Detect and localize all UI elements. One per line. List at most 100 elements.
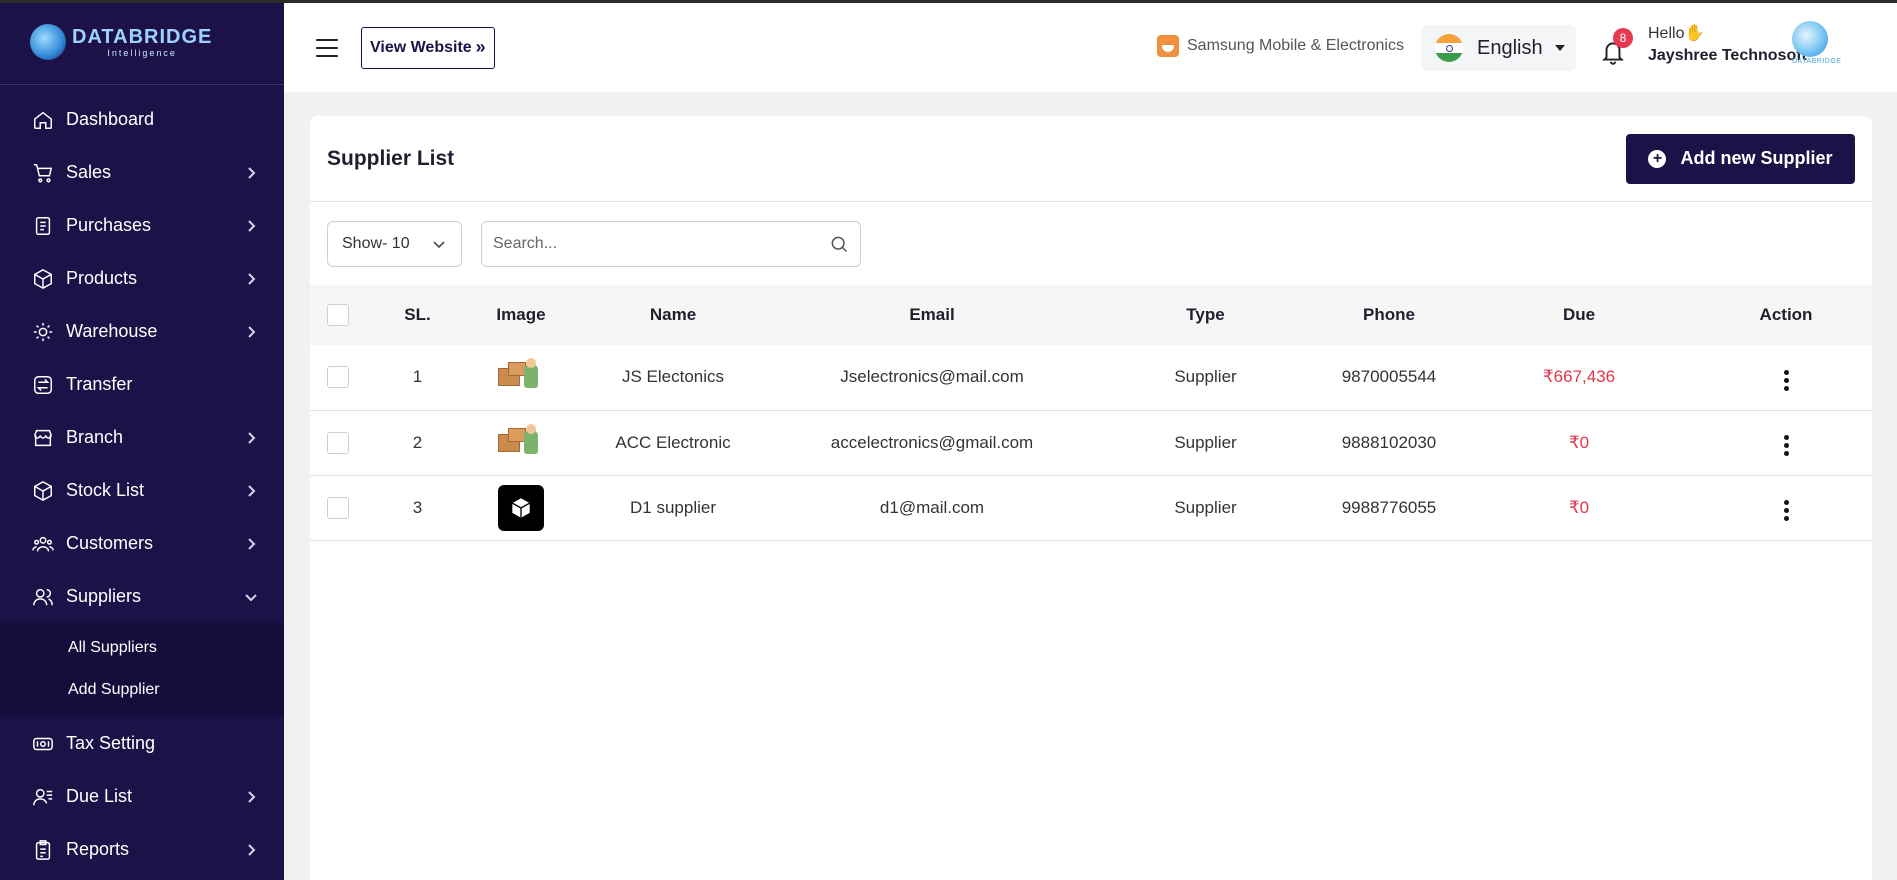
sidebar-item-label: Due List (66, 786, 133, 806)
sidebar-item-suppliers[interactable]: Suppliers (0, 570, 284, 623)
sidebar-item-label: Suppliers (66, 586, 142, 606)
row-checkbox[interactable] (327, 496, 349, 519)
row-name: JS Electonics (621, 367, 725, 387)
india-flag-icon (1435, 34, 1463, 62)
tax-icon (32, 733, 54, 755)
sidebar-subitem-add-supplier[interactable]: Add Supplier (0, 669, 284, 711)
sidebar-item-label: Branch (66, 427, 124, 447)
reports-icon (32, 839, 54, 861)
sidebar-item-purchases[interactable]: Purchases (0, 199, 284, 252)
table-row: 2 ACC Electronic accelectronics@gmail.co… (310, 410, 1872, 475)
brand-logo[interactable]: DATABRIDGE Intelligence (0, 0, 284, 85)
supplier-table: SL. Image Name Email Type Phone Due Acti… (310, 285, 1872, 541)
sidebar-item-label: Products (66, 268, 138, 288)
row-actions-kebab-icon[interactable] (1776, 366, 1797, 395)
top-border (0, 0, 1897, 3)
column-header-sl: SL. (404, 305, 431, 324)
customers-icon (32, 533, 54, 555)
user-greeting: Hello✋ Jayshree Technosoft (1648, 23, 1807, 66)
store-icon (1157, 35, 1179, 57)
chevron-down-icon (244, 590, 258, 604)
page-size-select[interactable]: Show- 10 (327, 220, 462, 267)
sidebar-item-due-list[interactable]: Due List (0, 770, 284, 823)
brand-title: DATABRIDGE (72, 25, 213, 48)
chevron-right-icon (244, 843, 258, 857)
column-header-name: Name (649, 305, 697, 324)
stock-icon (32, 480, 54, 502)
row-actions-kebab-icon[interactable] (1776, 431, 1797, 460)
sidebar-subitem-all-suppliers[interactable]: All Suppliers (0, 627, 284, 669)
row-checkbox[interactable] (327, 431, 349, 454)
sidebar-item-reports[interactable]: Reports (0, 823, 284, 876)
page-title: Supplier List (327, 146, 455, 170)
home-icon (32, 109, 54, 131)
table-toolbar: Show- 10 (310, 202, 1872, 285)
search-input[interactable] (493, 234, 829, 253)
top-header: View Website » Samsung Mobile & Electron… (284, 3, 1897, 92)
suppliers-submenu: All Suppliers Add Supplier (0, 623, 284, 717)
row-name: D1 supplier (630, 497, 716, 517)
sidebar-item-dashboard[interactable]: Dashboard (0, 93, 284, 146)
row-checkbox[interactable] (327, 366, 349, 389)
sidebar-item-label: Dashboard (66, 109, 155, 129)
row-phone: 9888102030 (1341, 432, 1437, 452)
sidebar-item-warehouse[interactable]: Warehouse (0, 305, 284, 358)
chevron-down-icon (433, 240, 445, 248)
row-type: Supplier (1174, 432, 1237, 452)
chevron-right-icon (244, 790, 258, 804)
sidebar-item-transfer[interactable]: Transfer (0, 358, 284, 411)
column-header-due: Due (1562, 305, 1596, 324)
cart-icon (32, 162, 54, 184)
card-header: Supplier List + Add new Supplier (310, 116, 1872, 202)
suppliers-icon (32, 586, 54, 608)
transfer-icon (32, 374, 54, 396)
sidebar-item-label: Warehouse (66, 321, 158, 341)
search-icon[interactable] (829, 234, 849, 254)
plus-circle-icon: + (1648, 149, 1667, 168)
row-type: Supplier (1174, 497, 1237, 517)
store-selector[interactable]: Samsung Mobile & Electronics (1157, 35, 1404, 57)
avatar-text: DATABRIDGE (1792, 58, 1842, 65)
sidebar-item-branch[interactable]: Branch (0, 411, 284, 464)
column-header-image: Image (496, 305, 546, 324)
avatar[interactable]: DATABRIDGE (1792, 21, 1842, 69)
sidebar-nav: Dashboard Sales Purchases Products Wareh… (0, 85, 284, 876)
warehouse-icon (32, 321, 54, 343)
row-type: Supplier (1174, 367, 1237, 387)
column-header-action: Action (1759, 305, 1813, 324)
select-all-checkbox[interactable] (327, 304, 349, 326)
chevron-right-icon (244, 537, 258, 551)
row-actions-kebab-icon[interactable] (1776, 496, 1797, 525)
box-icon (32, 268, 54, 290)
column-header-type: Type (1186, 305, 1225, 324)
sidebar-item-customers[interactable]: Customers (0, 517, 284, 570)
sidebar-item-stock-list[interactable]: Stock List (0, 464, 284, 517)
row-due: ₹667,436 (1542, 367, 1616, 387)
caret-down-icon (1554, 45, 1565, 51)
user-name: Jayshree Technosoft (1648, 46, 1807, 64)
sidebar-item-label: Stock List (66, 480, 145, 500)
add-new-supplier-button[interactable]: + Add new Supplier (1626, 133, 1855, 184)
chevron-right-icon (244, 166, 258, 180)
hamburger-menu-icon[interactable] (316, 38, 338, 57)
row-phone: 9988776055 (1341, 497, 1437, 517)
add-new-supplier-label: Add new Supplier (1680, 148, 1833, 168)
avatar-globe-icon (1792, 21, 1828, 57)
chevron-right-icon (244, 325, 258, 339)
supplier-boxes-image (498, 423, 544, 462)
table-header-row: SL. Image Name Email Type Phone Due Acti… (310, 285, 1872, 345)
sidebar-item-products[interactable]: Products (0, 252, 284, 305)
column-header-phone: Phone (1363, 305, 1415, 324)
column-header-email: Email (909, 305, 955, 324)
supplier-list-card: Supplier List + Add new Supplier Show- 1… (310, 116, 1872, 880)
row-sl: 3 (412, 497, 423, 517)
sidebar-item-sales[interactable]: Sales (0, 146, 284, 199)
sidebar-item-tax-setting[interactable]: Tax Setting (0, 717, 284, 770)
view-website-button[interactable]: View Website » (361, 26, 495, 69)
row-name: ACC Electronic (615, 432, 731, 452)
row-sl: 2 (412, 432, 423, 452)
language-dropdown[interactable]: English (1421, 25, 1576, 71)
store-name: Samsung Mobile & Electronics (1187, 37, 1404, 54)
sidebar-item-label: Reports (66, 839, 130, 859)
row-sl: 1 (412, 367, 423, 387)
